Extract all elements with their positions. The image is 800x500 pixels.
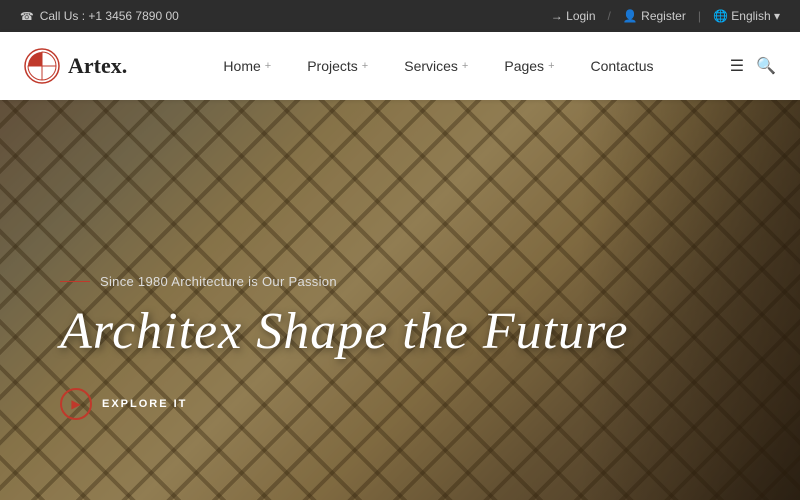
explore-arrow-icon: ▶	[71, 397, 80, 411]
tagline-line	[60, 281, 90, 282]
login-icon: →	[551, 9, 563, 23]
hero-section: Since 1980 Architecture is Our Passion A…	[0, 100, 800, 500]
explore-button[interactable]: ▶ EXPLORE IT	[60, 388, 628, 420]
nav-projects[interactable]: Projects +	[289, 50, 386, 82]
register-link[interactable]: 👤 Register	[623, 9, 686, 23]
top-bar-left: ☎ Call Us : +1 3456 7890 00	[20, 9, 179, 23]
nav-right-icons: ☰ 🔍	[730, 56, 776, 76]
top-bar: ☎ Call Us : +1 3456 7890 00 → Login / 👤 …	[0, 0, 800, 32]
call-us-text: Call Us : +1 3456 7890 00	[40, 9, 179, 23]
divider-1: /	[608, 9, 611, 23]
register-icon: 👤	[623, 9, 638, 23]
home-plus-icon: +	[265, 60, 271, 72]
phone-icon: ☎	[20, 10, 34, 23]
search-icon[interactable]: 🔍	[756, 56, 776, 76]
divider-2: |	[698, 9, 701, 23]
login-link[interactable]: → Login	[551, 9, 596, 23]
pages-plus-icon: +	[548, 60, 554, 72]
projects-plus-icon: +	[362, 60, 368, 72]
navbar: Artex. Home + Projects + Services + Page…	[0, 32, 800, 100]
logo[interactable]: Artex.	[24, 48, 127, 84]
hero-tagline: Since 1980 Architecture is Our Passion	[60, 274, 628, 289]
nav-contactus[interactable]: Contactus	[573, 50, 672, 82]
language-selector[interactable]: 🌐 English ▾	[713, 9, 780, 23]
hero-content: Since 1980 Architecture is Our Passion A…	[60, 274, 628, 420]
nav-links: Home + Projects + Services + Pages + Con…	[167, 50, 709, 82]
services-plus-icon: +	[462, 60, 468, 72]
globe-icon: 🌐	[713, 9, 728, 23]
logo-icon	[24, 48, 60, 84]
explore-circle-icon: ▶	[60, 388, 92, 420]
logo-text: Artex.	[68, 53, 127, 79]
chevron-down-icon: ▾	[774, 9, 780, 23]
top-bar-right: → Login / 👤 Register | 🌐 English ▾	[551, 9, 780, 23]
nav-pages[interactable]: Pages +	[486, 50, 572, 82]
nav-home[interactable]: Home +	[205, 50, 289, 82]
explore-label: EXPLORE IT	[102, 398, 187, 410]
nav-services[interactable]: Services +	[386, 50, 486, 82]
hamburger-icon[interactable]: ☰	[730, 56, 744, 76]
hero-title: Architex Shape the Future	[60, 303, 628, 360]
